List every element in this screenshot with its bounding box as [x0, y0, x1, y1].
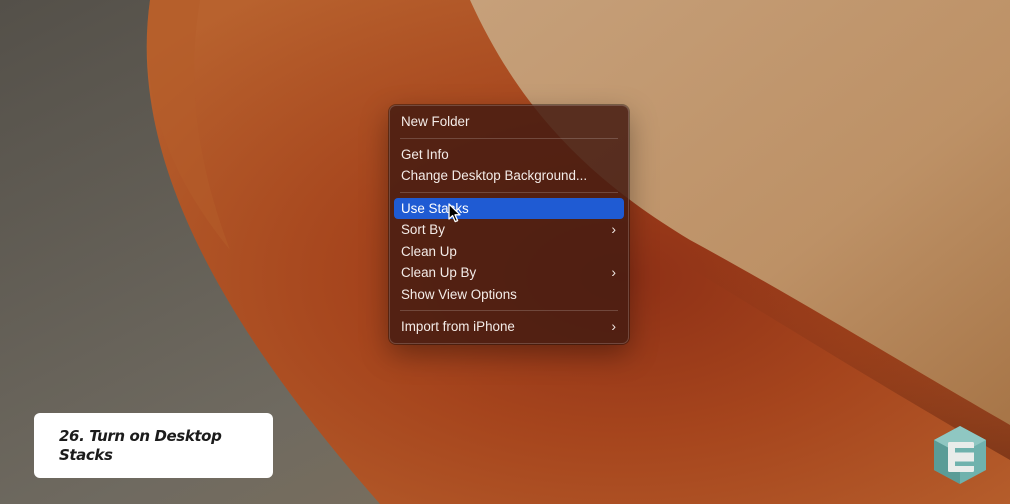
menu-item-label: Clean Up: [401, 243, 457, 259]
menu-item-label: Show View Options: [401, 286, 517, 302]
menu-item-get-info[interactable]: Get Info: [394, 144, 624, 166]
tip-caption-box: 26. Turn on Desktop Stacks: [34, 413, 273, 478]
menu-separator: [400, 310, 618, 311]
menu-item-label: Clean Up By: [401, 265, 477, 280]
menu-item-use-stacks[interactable]: Use Stacks: [394, 197, 624, 219]
menu-item-clean-up-by[interactable]: Clean Up By ›: [394, 262, 624, 284]
menu-item-label: Sort By: [401, 222, 445, 237]
menu-item-label: Get Info: [401, 146, 449, 162]
chevron-right-icon: ›: [611, 264, 616, 280]
brand-logo-icon: [934, 426, 986, 484]
menu-item-label: Change Desktop Background...: [401, 168, 588, 183]
menu-item-sort-by[interactable]: Sort By ›: [394, 219, 624, 241]
menu-separator: [400, 191, 618, 193]
menu-item-import-from-iphone[interactable]: Import from iPhone ›: [394, 316, 624, 338]
menu-separator: [400, 137, 618, 139]
chevron-right-icon: ›: [611, 221, 616, 237]
tip-caption-text: 26. Turn on Desktop Stacks: [59, 427, 222, 464]
menu-item-new-folder[interactable]: New Folder: [394, 111, 624, 133]
menu-item-label: New Folder: [401, 114, 470, 129]
menu-item-show-view-options[interactable]: Show View Options: [394, 284, 624, 306]
menu-item-label: Import from iPhone: [401, 319, 515, 334]
desktop-context-menu: New Folder Get Info Change Desktop Backg…: [389, 105, 629, 344]
chevron-right-icon: ›: [611, 318, 616, 334]
arrow-cursor-icon: [448, 203, 461, 223]
menu-item-change-desktop-background[interactable]: Change Desktop Background...: [394, 165, 624, 187]
menu-item-clean-up[interactable]: Clean Up: [394, 241, 624, 263]
